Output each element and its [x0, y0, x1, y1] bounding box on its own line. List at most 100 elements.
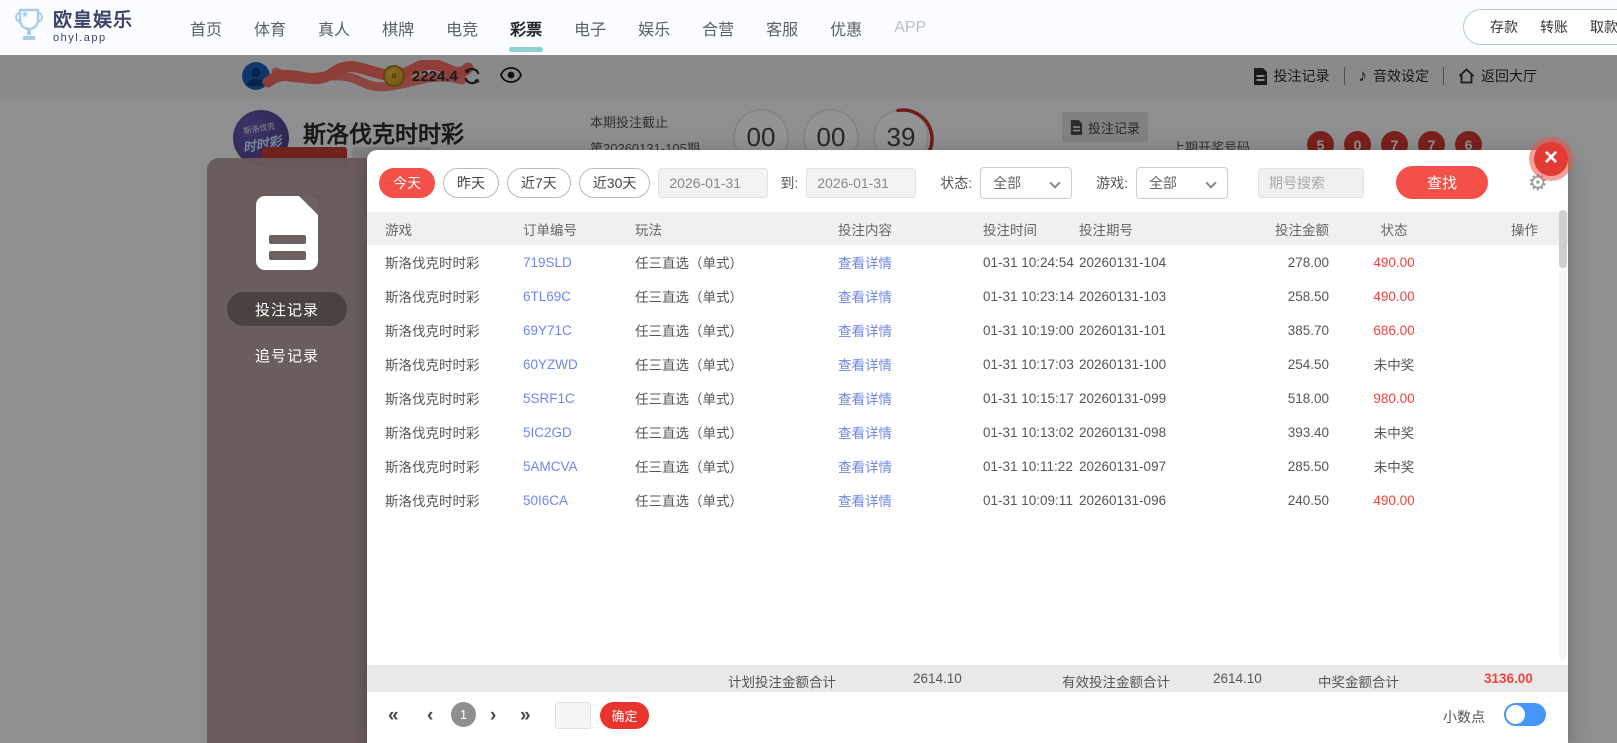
col-header-状态: 状态: [1380, 222, 1408, 238]
sidebar-item-追号记录[interactable]: 追号记录: [227, 338, 347, 372]
wallet-button-group: 存款 转账 取款: [1463, 9, 1617, 45]
page-jump-confirm-button[interactable]: 确定: [600, 702, 649, 729]
cell-bet-time: 01-31 10:24:54: [983, 254, 1074, 270]
view-details-link[interactable]: 查看详情: [838, 388, 983, 408]
cell-order-id[interactable]: 6TL69C: [523, 289, 635, 304]
date-to-input[interactable]: [806, 167, 917, 198]
view-details-link[interactable]: 查看详情: [838, 456, 983, 476]
sidebar-item-投注记录[interactable]: 投注记录: [227, 292, 347, 326]
view-details-link[interactable]: 查看详情: [838, 490, 983, 510]
cell-bet-time: 01-31 10:19:00: [983, 322, 1074, 338]
status-label: 状态:: [940, 174, 973, 191]
col-header-订单编号: 订单编号: [523, 222, 577, 238]
page-next-button[interactable]: ›: [490, 704, 496, 728]
decimal-toggle-switch[interactable]: [1504, 703, 1546, 726]
page-jump-input[interactable]: [555, 702, 591, 729]
table-row: 斯洛伐克时时彩 60YZWD 任三直选（单式） 查看详情 01-31 10:17:03 2…: [367, 347, 1568, 381]
cell-status: 490.00: [1373, 492, 1415, 508]
view-details-link[interactable]: 查看详情: [838, 286, 983, 306]
wallet-button-存款[interactable]: 存款: [1490, 17, 1518, 37]
cell-amount: 278.00: [1287, 254, 1329, 270]
table-row: 斯洛伐克时时彩 50I6CA 任三直选（单式） 查看详情 01-31 10:09:11 2…: [367, 483, 1568, 517]
table-row: 斯洛伐克时时彩 5AMCVA 任三直选（单式） 查看详情 01-31 10:11:22 2…: [367, 449, 1568, 483]
page-last-button[interactable]: »: [520, 704, 531, 728]
cell-amount: 258.50: [1287, 288, 1329, 304]
nav-item-合营[interactable]: 合营: [697, 16, 739, 40]
date-from-input[interactable]: [658, 167, 769, 198]
col-header-投注金额: 投注金额: [1275, 222, 1329, 238]
cell-status: 490.00: [1373, 288, 1415, 304]
cell-amount: 240.50: [1287, 492, 1329, 508]
nav-item-APP[interactable]: APP: [889, 19, 931, 37]
nav-item-娱乐[interactable]: 娱乐: [633, 16, 675, 40]
cell-order-id[interactable]: 50I6CA: [523, 493, 635, 508]
nav-item-客服[interactable]: 客服: [761, 16, 803, 40]
cell-game: 斯洛伐克时时彩: [385, 460, 480, 475]
table-body: 斯洛伐克时时彩 719SLD 任三直选（单式） 查看详情 01-31 10:24:54 2…: [367, 245, 1568, 517]
cell-period: 20260131-100: [1079, 356, 1167, 372]
game-select-value: 全部: [1149, 174, 1178, 191]
col-header-玩法: 玩法: [635, 222, 662, 238]
cell-play-type: 任三直选（单式）: [635, 256, 743, 271]
cell-game: 斯洛伐克时时彩: [385, 494, 480, 509]
scrollbar-thumb[interactable]: [1559, 210, 1567, 268]
nav-item-优惠[interactable]: 优惠: [825, 16, 867, 40]
cell-bet-time: 01-31 10:17:03: [983, 356, 1074, 372]
cell-order-id[interactable]: 5AMCVA: [523, 459, 635, 474]
nav-item-电子[interactable]: 电子: [569, 16, 611, 40]
valid-total-label: 有效投注金额合计: [1062, 675, 1170, 690]
page-prev-button[interactable]: ‹: [427, 704, 433, 728]
cell-play-type: 任三直选（单式）: [635, 392, 743, 407]
search-button[interactable]: 查找: [1396, 166, 1489, 199]
view-details-link[interactable]: 查看详情: [838, 354, 983, 374]
nav-item-彩票[interactable]: 彩票: [505, 16, 547, 40]
cell-amount: 385.70: [1287, 322, 1329, 338]
quick-filter-近7天[interactable]: 近7天: [507, 167, 571, 198]
period-search-input[interactable]: [1258, 167, 1365, 198]
wallet-button-转账[interactable]: 转账: [1540, 17, 1568, 37]
cell-order-id[interactable]: 5IC2GD: [523, 425, 635, 440]
to-label: 到:: [780, 174, 799, 191]
cell-period: 20260131-097: [1079, 458, 1167, 474]
site-logo[interactable]: 欧皇娱乐 ohyl.app: [12, 6, 133, 50]
status-select[interactable]: 全部: [980, 166, 1073, 199]
view-details-link[interactable]: 查看详情: [838, 252, 983, 272]
nav-item-电竞[interactable]: 电竞: [441, 16, 483, 40]
wallet-button-取款[interactable]: 取款: [1590, 17, 1617, 37]
cell-play-type: 任三直选（单式）: [635, 324, 743, 339]
quick-filter-昨天[interactable]: 昨天: [443, 167, 499, 198]
view-details-link[interactable]: 查看详情: [838, 320, 983, 340]
table-row: 斯洛伐克时时彩 5SRF1C 任三直选（单式） 查看详情 01-31 10:15:17 2…: [367, 381, 1568, 415]
view-details-link[interactable]: 查看详情: [838, 422, 983, 442]
cell-game: 斯洛伐克时时彩: [385, 290, 480, 305]
cell-bet-time: 01-31 10:23:14: [983, 288, 1074, 304]
table-header-row: 游戏 订单编号 玩法 投注内容 投注时间 投注期号 投注金额 状态 操作: [367, 212, 1568, 245]
nav-item-真人[interactable]: 真人: [313, 16, 355, 40]
page-first-button[interactable]: «: [388, 704, 399, 728]
cell-play-type: 任三直选（单式）: [635, 426, 743, 441]
cell-order-id[interactable]: 719SLD: [523, 255, 635, 270]
current-page-badge[interactable]: 1: [451, 702, 476, 727]
modal-scrollbar[interactable]: [1559, 210, 1567, 660]
close-icon[interactable]: ×: [1534, 142, 1568, 176]
quick-filter-近30天[interactable]: 近30天: [578, 167, 651, 198]
cell-play-type: 任三直选（单式）: [635, 358, 743, 373]
nav-item-体育[interactable]: 体育: [249, 16, 291, 40]
col-header-游戏: 游戏: [385, 222, 412, 238]
quick-filter-今天[interactable]: 今天: [379, 167, 435, 198]
cell-order-id[interactable]: 60YZWD: [523, 357, 635, 372]
cell-amount: 518.00: [1287, 390, 1329, 406]
quick-date-filters: 今天 昨天 近7天 近30天: [379, 167, 651, 198]
cell-order-id[interactable]: 69Y71C: [523, 323, 635, 338]
cell-period: 20260131-098: [1079, 424, 1167, 440]
nav-item-首页[interactable]: 首页: [185, 16, 227, 40]
game-select[interactable]: 全部: [1136, 166, 1229, 199]
col-header-操作: 操作: [1511, 222, 1538, 238]
nav-item-棋牌[interactable]: 棋牌: [377, 16, 419, 40]
cell-amount: 393.40: [1287, 424, 1329, 440]
pagination-bar: « ‹ 1 › » 确定 小数点: [367, 692, 1568, 742]
modal-sidebar-items: 投注记录 追号记录: [207, 292, 367, 372]
nav-menu: 首页 体育 真人 棋牌 电竞 彩票 电子 娱乐 合营 客服 优惠 APP: [185, 16, 931, 40]
cell-game: 斯洛伐克时时彩: [385, 256, 480, 271]
cell-order-id[interactable]: 5SRF1C: [523, 391, 635, 406]
